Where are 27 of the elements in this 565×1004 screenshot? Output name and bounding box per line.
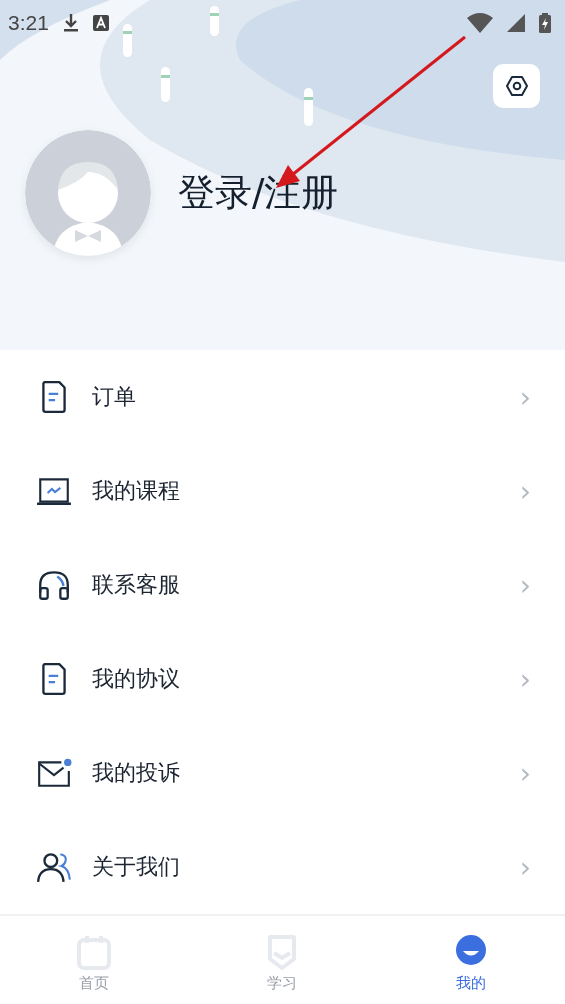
menu-label: 我的协议 <box>92 665 181 693</box>
chevron-icon: › <box>519 380 531 414</box>
menu-item[interactable]: 订单 › <box>0 350 565 444</box>
menu-label: 联系客服 <box>92 571 181 599</box>
settings-icon <box>504 74 529 98</box>
signal-icon <box>507 14 525 32</box>
menu-label: 我的投诉 <box>92 759 181 787</box>
status-time: 3:21 <box>8 11 49 35</box>
chevron-icon: › <box>519 568 531 602</box>
menu-label: 我的课程 <box>92 477 181 505</box>
settings-button[interactable] <box>493 64 540 108</box>
menu-item[interactable]: 我的课程 › <box>0 444 565 538</box>
menu-label: 订单 <box>92 383 137 411</box>
chevron-icon: › <box>519 662 531 696</box>
chevron-icon: › <box>519 756 531 790</box>
menu-item[interactable]: 关于我们 › <box>0 820 565 914</box>
nav-tab[interactable]: 我的 <box>376 916 565 1004</box>
battery-icon <box>539 13 551 33</box>
chevron-icon: › <box>519 850 531 884</box>
menu-item[interactable]: 我的协议 › <box>0 632 565 726</box>
menu-item[interactable]: 我的投诉 › <box>0 726 565 820</box>
wifi-icon <box>467 13 493 33</box>
menu-item[interactable]: 联系客服 › <box>0 538 565 632</box>
chevron-icon: › <box>519 474 531 508</box>
menu-label: 关于我们 <box>92 853 181 881</box>
download-icon <box>62 13 79 33</box>
calendar-icon <box>76 934 113 970</box>
